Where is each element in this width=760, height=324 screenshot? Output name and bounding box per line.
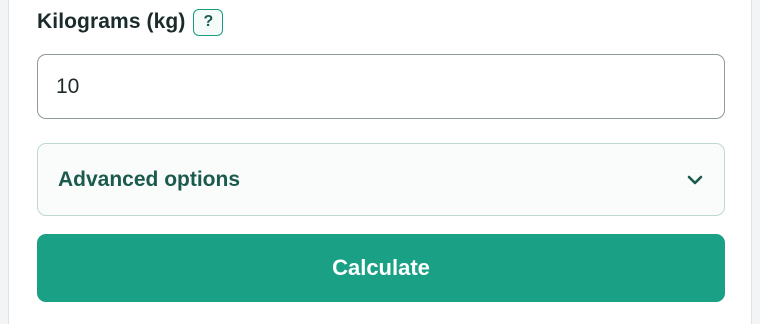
advanced-options-label: Advanced options	[58, 167, 241, 191]
help-button[interactable]: ?	[193, 8, 224, 36]
kilograms-label-row: Kilograms (kg) ?	[37, 8, 224, 36]
chevron-down-icon	[686, 171, 704, 189]
kilograms-input[interactable]	[37, 54, 725, 119]
calculate-button[interactable]: Calculate	[37, 234, 725, 302]
advanced-options-toggle[interactable]: Advanced options	[37, 143, 725, 216]
converter-card: Kilograms (kg) ? Advanced options Calcul…	[8, 0, 752, 324]
kilograms-label: Kilograms (kg)	[37, 10, 186, 33]
